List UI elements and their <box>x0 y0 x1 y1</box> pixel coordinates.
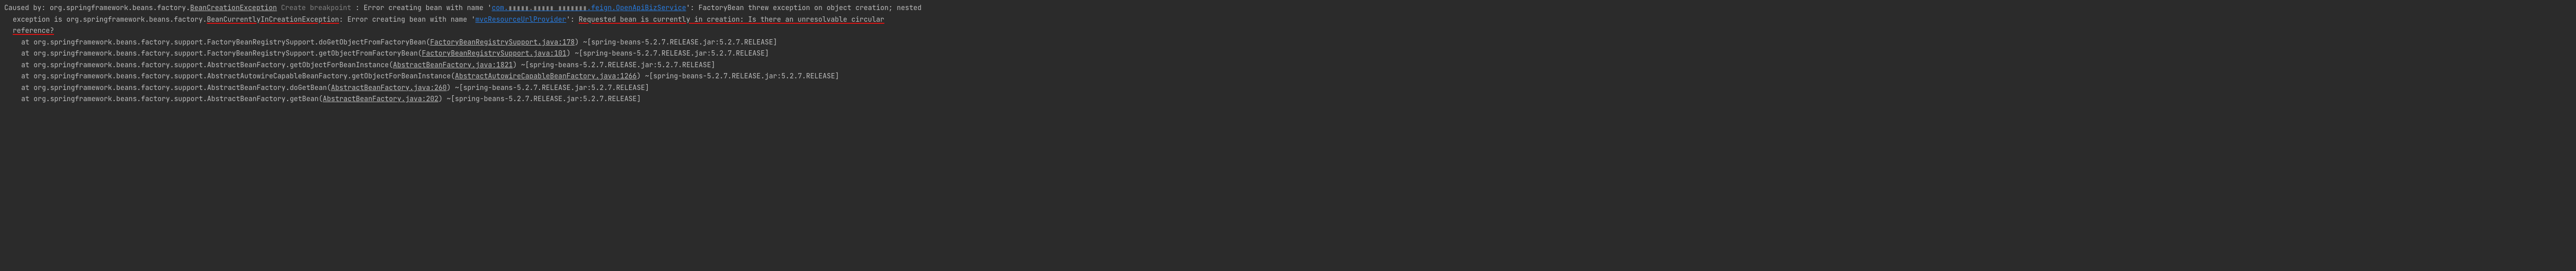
source-file-link[interactable]: FactoryBeanRegistrySupport.java:101 <box>422 49 567 58</box>
source-file-link[interactable]: FactoryBeanRegistrySupport.java:178 <box>430 38 575 47</box>
at-keyword: at <box>21 71 33 80</box>
stack-frame: at org.springframework.beans.factory.sup… <box>4 93 2572 105</box>
caused-by-line-2: exception is org.springframework.beans.f… <box>4 14 2572 25</box>
source-file-link[interactable]: AbstractBeanFactory.java:202 <box>323 94 438 103</box>
at-keyword: at <box>21 60 33 69</box>
caused-by-prefix: Caused by: <box>4 3 50 12</box>
at-keyword: at <box>21 94 33 103</box>
msg-text: : Error creating bean with name ' <box>339 15 475 24</box>
jar-suffix: ) ~[spring-beans-5.2.7.RELEASE.jar:5.2.7… <box>575 38 777 47</box>
source-file-link[interactable]: AbstractBeanFactory.java:1821 <box>393 60 513 69</box>
method-text: org.springframework.beans.factory.suppor… <box>33 94 323 103</box>
jar-suffix: ) ~[spring-beans-5.2.7.RELEASE.jar:5.2.7… <box>567 49 769 58</box>
stack-frame: at org.springframework.beans.factory.sup… <box>4 48 2572 59</box>
fqcn-text: org.springframework.beans.factory. <box>50 3 190 12</box>
jar-suffix: ) ~[spring-beans-5.2.7.RELEASE.jar:5.2.7… <box>513 60 715 69</box>
exception-link-highlight[interactable]: BeanCurrentlyInCreationException <box>207 15 339 24</box>
jar-suffix: ) ~[spring-beans-5.2.7.RELEASE.jar:5.2.7… <box>446 83 649 92</box>
msg-text: ': FactoryBean threw exception on object… <box>686 3 922 12</box>
source-file-link[interactable]: AbstractAutowireCapableBeanFactory.java:… <box>455 71 637 80</box>
bean-name-link[interactable]: mvcResourceUrlProvider <box>476 15 567 24</box>
circular-reference-msg: Requested bean is currently in creation:… <box>579 15 884 24</box>
method-text: org.springframework.beans.factory.suppor… <box>33 49 422 58</box>
method-text: org.springframework.beans.factory.suppor… <box>33 83 331 92</box>
exception-link[interactable]: BeanCreationException <box>190 3 277 12</box>
stack-frame: at org.springframework.beans.factory.sup… <box>4 59 2572 71</box>
at-keyword: at <box>21 38 33 47</box>
bean-service-link[interactable]: com.▮▮▮▮▮.▮▮▮▮▮ ▮▮▮▮▮▮▮.feign.OpenApiBiz… <box>491 3 686 12</box>
msg-text: : Error creating bean with name ' <box>355 3 491 12</box>
jar-suffix: ) ~[spring-beans-5.2.7.RELEASE.jar:5.2.7… <box>439 94 641 103</box>
stack-frame: at org.springframework.beans.factory.sup… <box>4 37 2572 48</box>
at-keyword: at <box>21 49 33 58</box>
jar-suffix: ) ~[spring-beans-5.2.7.RELEASE.jar:5.2.7… <box>637 71 839 80</box>
at-keyword: at <box>21 83 33 92</box>
method-text: org.springframework.beans.factory.suppor… <box>33 38 430 47</box>
msg-text: exception is org.springframework.beans.f… <box>13 15 207 24</box>
caused-by-line-1: Caused by: org.springframework.beans.fac… <box>4 2 2572 14</box>
stack-frame: at org.springframework.beans.factory.sup… <box>4 70 2572 82</box>
msg-text: ': <box>566 15 578 24</box>
method-text: org.springframework.beans.factory.suppor… <box>33 71 455 80</box>
caused-by-line-3: reference? <box>4 25 2572 37</box>
stack-frame: at org.springframework.beans.factory.sup… <box>4 82 2572 94</box>
source-file-link[interactable]: AbstractBeanFactory.java:260 <box>331 83 446 92</box>
create-breakpoint-button[interactable]: Create breakpoint <box>277 3 355 12</box>
circular-reference-msg-tail: reference? <box>13 26 54 35</box>
method-text: org.springframework.beans.factory.suppor… <box>33 60 393 69</box>
